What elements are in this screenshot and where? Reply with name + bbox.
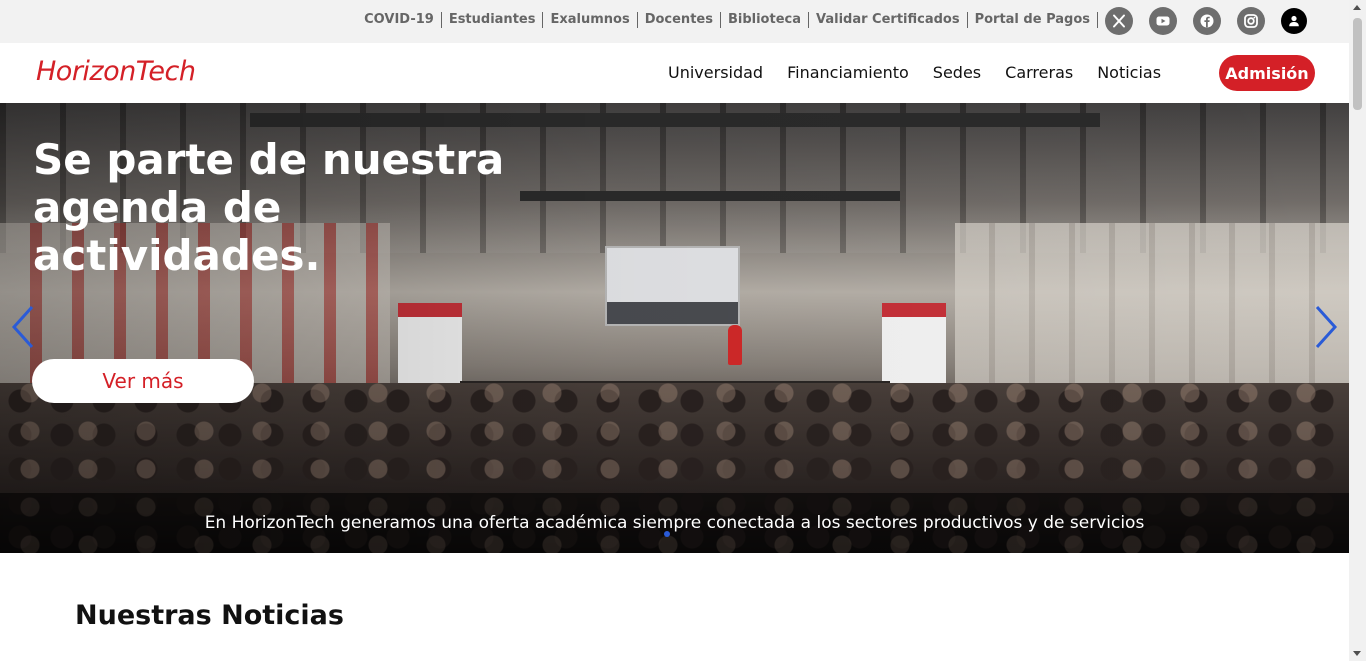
scroll-up-arrow-icon[interactable]	[1353, 5, 1361, 10]
youtube-icon[interactable]	[1149, 7, 1177, 35]
nav-link-sedes[interactable]: Sedes	[933, 63, 981, 82]
utility-link-portal-pagos[interactable]: Portal de Pagos	[966, 12, 1098, 28]
x-twitter-icon[interactable]	[1105, 7, 1133, 35]
utility-link-exalumnos[interactable]: Exalumnos	[542, 12, 636, 28]
nav-link-noticias[interactable]: Noticias	[1097, 63, 1161, 82]
utility-link-biblioteca[interactable]: Biblioteca	[719, 12, 808, 28]
prev-arrow-glyph	[11, 305, 34, 349]
user-icon[interactable]	[1281, 8, 1307, 34]
facebook-glyph	[1200, 14, 1214, 28]
user-glyph	[1289, 15, 1299, 27]
x-glyph	[1113, 14, 1125, 28]
nav-link-financiamiento[interactable]: Financiamiento	[787, 63, 909, 82]
utility-links: COVID-19 Estudiantes Exalumnos Docentes …	[357, 12, 1098, 28]
hero-caption: En HorizonTech generamos una oferta acad…	[204, 513, 1145, 533]
nav-link-universidad[interactable]: Universidad	[668, 63, 763, 82]
utility-link-validar-certificados[interactable]: Validar Certificados	[808, 12, 967, 28]
utility-link-docentes[interactable]: Docentes	[636, 12, 720, 28]
ver-mas-button[interactable]: Ver más	[32, 359, 254, 403]
hero-carousel: Se parte de nuestra agenda de actividade…	[0, 103, 1349, 553]
utility-link-estudiantes[interactable]: Estudiantes	[440, 12, 543, 28]
primary-links: Universidad Financiamiento Sedes Carrera…	[668, 63, 1185, 82]
instagram-glyph	[1244, 14, 1258, 28]
nav-link-carreras[interactable]: Carreras	[1005, 63, 1073, 82]
top-utility-bar: COVID-19 Estudiantes Exalumnos Docentes …	[0, 0, 1349, 43]
news-section-title: Nuestras Noticias	[75, 600, 344, 631]
facebook-icon[interactable]	[1193, 7, 1221, 35]
utility-link-covid[interactable]: COVID-19	[357, 12, 441, 28]
site-logo[interactable]: HorizonTech	[36, 56, 196, 87]
scrollbar-thumb[interactable]	[1353, 18, 1362, 110]
hero-title: Se parte de nuestra agenda de actividade…	[33, 135, 505, 280]
instagram-icon[interactable]	[1237, 7, 1265, 35]
page-scrollbar[interactable]	[1349, 0, 1366, 661]
chevron-right-icon[interactable]	[1311, 303, 1341, 351]
youtube-glyph	[1156, 16, 1170, 26]
next-arrow-glyph	[1315, 305, 1338, 349]
scroll-down-arrow-icon[interactable]	[1353, 651, 1361, 656]
main-navigation: HorizonTech Universidad Financiamiento S…	[0, 43, 1349, 103]
admision-button[interactable]: Admisión	[1219, 55, 1315, 91]
chevron-left-icon[interactable]	[8, 303, 38, 351]
carousel-indicator-active[interactable]	[664, 531, 670, 537]
